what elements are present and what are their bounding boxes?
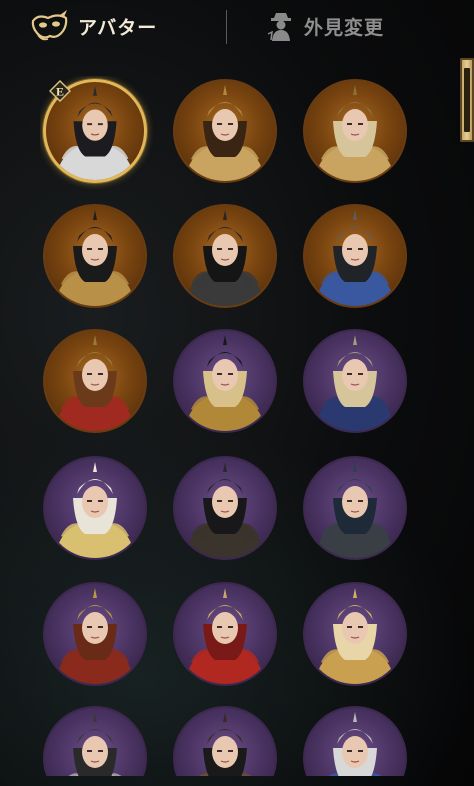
character-portrait — [185, 85, 265, 181]
avatar-option[interactable] — [303, 706, 407, 776]
header-tabs: アバター 外見変更 — [0, 0, 474, 52]
tab-divider — [226, 10, 227, 44]
character-portrait — [55, 462, 135, 558]
avatar-option[interactable] — [43, 329, 147, 433]
scrollbar[interactable] — [460, 58, 474, 786]
character-portrait — [315, 462, 395, 558]
avatar-option[interactable] — [303, 582, 407, 686]
character-portrait — [55, 210, 135, 306]
tab-appearance[interactable]: 外見変更 — [266, 0, 384, 52]
character-portrait — [315, 588, 395, 684]
character-portrait — [185, 335, 265, 431]
character-icon — [267, 13, 291, 41]
character-portrait — [315, 335, 395, 431]
character-portrait — [55, 588, 135, 684]
avatar-option[interactable] — [173, 456, 277, 560]
character-portrait — [185, 462, 265, 558]
character-portrait — [68, 712, 122, 776]
avatar-option[interactable] — [303, 329, 407, 433]
avatar-option[interactable] — [303, 456, 407, 560]
avatar-option[interactable] — [173, 79, 277, 183]
avatar-option[interactable] — [43, 706, 147, 776]
character-portrait — [315, 210, 395, 306]
character-portrait — [55, 335, 135, 431]
character-portrait — [328, 712, 382, 776]
avatar-option[interactable] — [173, 204, 277, 308]
avatar-option[interactable] — [303, 204, 407, 308]
avatar-option[interactable] — [303, 79, 407, 183]
character-portrait — [198, 712, 252, 776]
character-portrait — [185, 210, 265, 306]
equipped-badge: E — [48, 79, 72, 103]
avatar-option[interactable] — [43, 456, 147, 560]
avatar-option[interactable] — [173, 329, 277, 433]
character-portrait — [185, 588, 265, 684]
avatar-option[interactable] — [43, 582, 147, 686]
avatar-option[interactable] — [173, 706, 277, 776]
scrollbar-thumb[interactable] — [460, 58, 474, 142]
tab-avatar[interactable]: アバター — [30, 0, 157, 52]
avatar-grid — [40, 76, 420, 776]
avatar-option[interactable] — [43, 204, 147, 308]
avatar-option[interactable] — [173, 582, 277, 686]
tab-appearance-label: 外見変更 — [304, 17, 385, 39]
character-portrait — [315, 85, 395, 181]
equipped-badge-letter: E — [56, 85, 64, 99]
tab-avatar-label: アバター — [78, 17, 158, 39]
mask-icon — [31, 10, 68, 41]
